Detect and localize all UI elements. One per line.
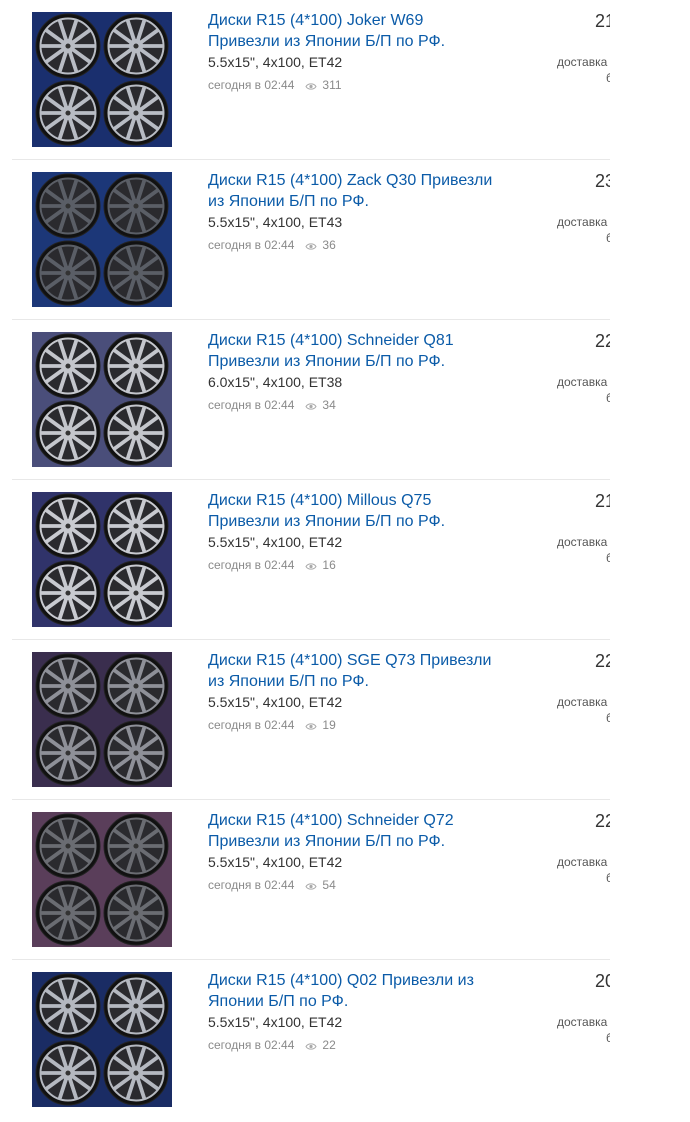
listing-photo[interactable]	[32, 332, 172, 467]
right-edge-mask	[610, 0, 690, 1122]
wheels-image	[32, 172, 172, 307]
listing-views: 19	[322, 718, 336, 732]
listing-title-link[interactable]: Диски R15 (4*100) Schneider Q72 Привезли…	[208, 810, 498, 852]
listing-date: сегодня в 02:44	[208, 238, 295, 252]
listing-date: сегодня в 02:44	[208, 718, 295, 732]
eye-icon	[305, 723, 317, 730]
listing-views: 36	[322, 238, 336, 252]
listing-meta: сегодня в 02:44 54	[208, 877, 336, 893]
listing-photo[interactable]	[32, 812, 172, 947]
wheels-image	[32, 332, 172, 467]
listing-meta: сегодня в 02:44 22	[208, 1037, 336, 1053]
listing-views: 54	[322, 878, 336, 892]
listing-params: 5.5x15", 4x100, ET43	[208, 214, 343, 230]
wheels-image	[32, 12, 172, 147]
listing-item[interactable]: Диски R15 (4*100) Q02 Привезли из Японии…	[12, 960, 615, 1120]
listing-meta: сегодня в 02:44 311	[208, 77, 342, 93]
listing-views: 311	[322, 78, 342, 92]
listing-item[interactable]: Диски R15 (4*100) Zack Q30 Привезли из Я…	[12, 160, 615, 320]
listing-title-link[interactable]: Диски R15 (4*100) SGE Q73 Привезли из Яп…	[208, 650, 498, 692]
listing-views: 22	[322, 1038, 336, 1052]
listing-delivery: доставка	[557, 535, 608, 549]
eye-icon	[305, 563, 317, 570]
listing-title-link[interactable]: Диски R15 (4*100) Joker W69 Привезли из …	[208, 10, 498, 52]
listing-params: 5.5x15", 4x100, ET42	[208, 1014, 343, 1030]
listing-item[interactable]: Диски R15 (4*100) SGE Q73 Привезли из Яп…	[12, 640, 615, 800]
listing-photo[interactable]	[32, 652, 172, 787]
listing-views: 34	[322, 398, 336, 412]
listing-title-link[interactable]: Диски R15 (4*100) Millous Q75 Привезли и…	[208, 490, 498, 532]
listing-delivery: доставка	[557, 375, 608, 389]
wheels-image	[32, 812, 172, 947]
listing-meta: сегодня в 02:44 16	[208, 557, 336, 573]
listing-delivery: доставка	[557, 55, 608, 69]
listing-date: сегодня в 02:44	[208, 878, 295, 892]
listing-views: 16	[322, 558, 336, 572]
listing-date: сегодня в 02:44	[208, 78, 295, 92]
listing-item[interactable]: Диски R15 (4*100) Schneider Q72 Привезли…	[12, 800, 615, 960]
listing-delivery: доставка	[557, 1015, 608, 1029]
eye-icon	[305, 403, 317, 410]
listing-params: 5.5x15", 4x100, ET42	[208, 534, 343, 550]
listing-params: 6.0x15", 4x100, ET38	[208, 374, 343, 390]
listing-photo[interactable]	[32, 972, 172, 1107]
listing-meta: сегодня в 02:44 34	[208, 397, 336, 413]
eye-icon	[305, 83, 317, 90]
eye-icon	[305, 1043, 317, 1050]
listing-delivery: доставка	[557, 215, 608, 229]
listing-item[interactable]: Диски R15 (4*100) Joker W69 Привезли из …	[12, 0, 615, 160]
eye-icon	[305, 883, 317, 890]
listing-item[interactable]: Диски R15 (4*100) Millous Q75 Привезли и…	[12, 480, 615, 640]
wheels-image	[32, 652, 172, 787]
listing-params: 5.5x15", 4x100, ET42	[208, 694, 343, 710]
listing-photo[interactable]	[32, 492, 172, 627]
listing-meta: сегодня в 02:44 36	[208, 237, 336, 253]
eye-icon	[305, 243, 317, 250]
listing-item[interactable]: Диски R15 (4*100) Schneider Q81 Привезли…	[12, 320, 615, 480]
listing-params: 5.5x15", 4x100, ET42	[208, 854, 343, 870]
listing-photo[interactable]	[32, 12, 172, 147]
listing-photo[interactable]	[32, 172, 172, 307]
listing-title-link[interactable]: Диски R15 (4*100) Schneider Q81 Привезли…	[208, 330, 498, 372]
listing-title-link[interactable]: Диски R15 (4*100) Q02 Привезли из Японии…	[208, 970, 498, 1012]
listing-meta: сегодня в 02:44 19	[208, 717, 336, 733]
listing-params: 5.5x15", 4x100, ET42	[208, 54, 343, 70]
wheels-image	[32, 972, 172, 1107]
listing-date: сегодня в 02:44	[208, 1038, 295, 1052]
listing-date: сегодня в 02:44	[208, 398, 295, 412]
listing-date: сегодня в 02:44	[208, 558, 295, 572]
listing-title-link[interactable]: Диски R15 (4*100) Zack Q30 Привезли из Я…	[208, 170, 498, 212]
wheels-image	[32, 492, 172, 627]
listing-delivery: доставка	[557, 855, 608, 869]
listing-delivery: доставка	[557, 695, 608, 709]
